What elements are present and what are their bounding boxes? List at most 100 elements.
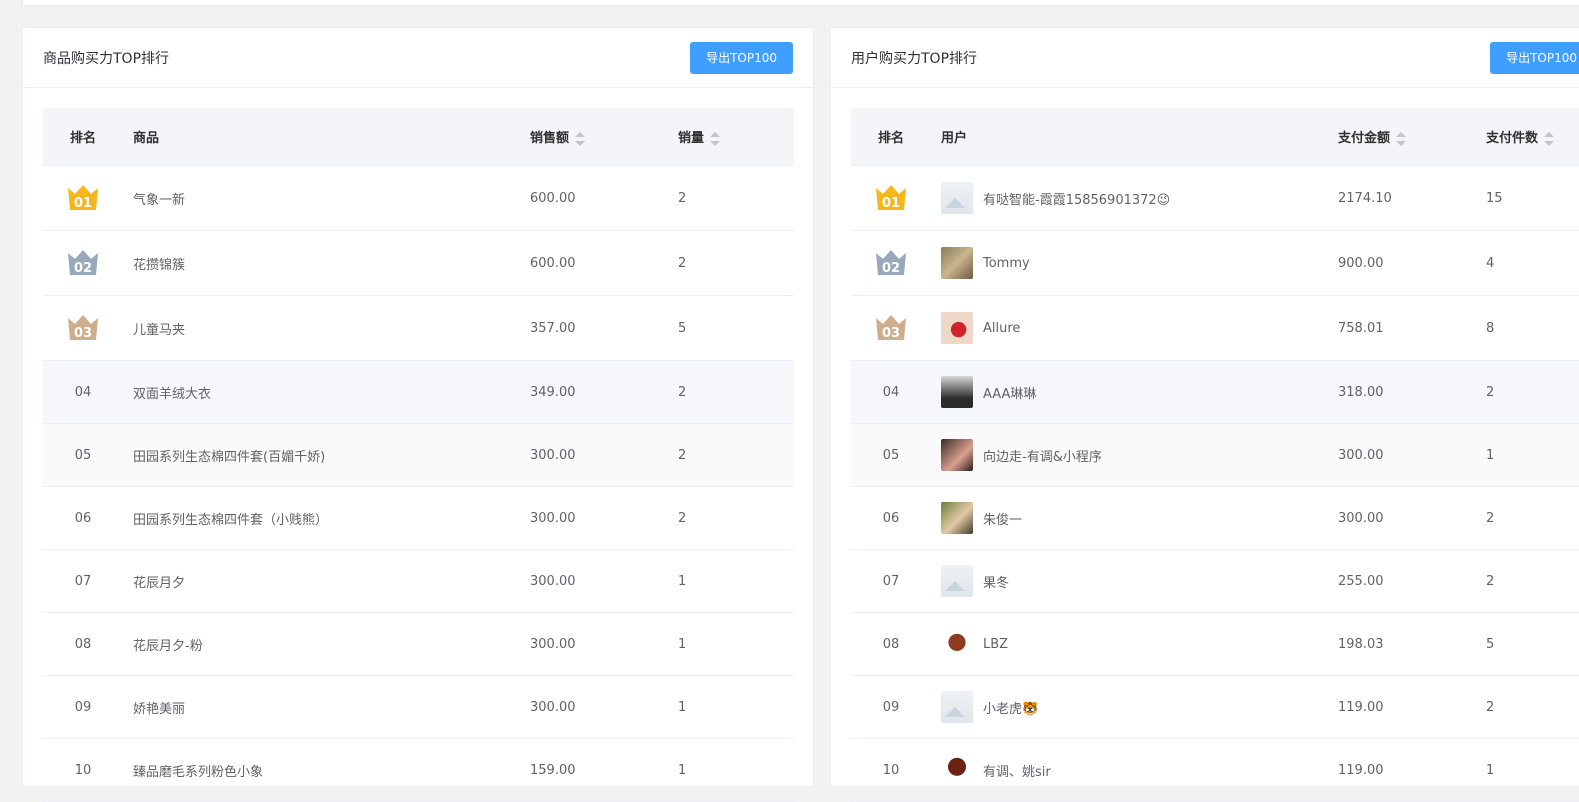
header-pay-qty[interactable]: 支付件数 [1486, 127, 1579, 146]
table-row[interactable]: 09 小老虎🐯 119.00 2 [851, 676, 1579, 739]
export-products-button[interactable]: 导出TOP100 [690, 41, 793, 74]
avatar [941, 376, 973, 408]
name-text: 臻品磨毛系列粉色小象 [133, 764, 264, 780]
sort-icon[interactable] [710, 131, 721, 146]
name-text: 小老虎🐯 [983, 701, 1039, 717]
name-cell: AAA琳琳 [931, 376, 1338, 408]
name-cell: 有调、姚sir [931, 754, 1338, 786]
avatar [941, 312, 973, 344]
name-text: 气象一新 [133, 192, 186, 208]
header-product: 商品 [133, 131, 160, 146]
rank-number: 07 [882, 573, 900, 589]
table-row[interactable]: 08 LBZ 198.03 5 [851, 613, 1579, 676]
product-ranking-title: 商品购买力TOP排行 [43, 50, 170, 67]
header-rank: 排名 [877, 131, 904, 146]
qty-cell: 1 [678, 573, 687, 589]
qty-cell: 2 [678, 447, 687, 463]
user-ranking-header: 用户购买力TOP排行 导出TOP100 [831, 28, 1579, 88]
rank-cell: 07 [851, 574, 931, 589]
amount-cell: 300.00 [1338, 510, 1384, 526]
sort-icon[interactable] [1396, 131, 1407, 146]
rank-number: 10 [74, 762, 92, 778]
name-cell: 花攒锦簇 [123, 254, 530, 273]
name-text: 儿童马夹 [133, 322, 186, 338]
amount-cell: 357.00 [530, 320, 576, 336]
table-row[interactable]: 08 花辰月夕-粉 300.00 1 [43, 613, 794, 676]
amount-cell: 600.00 [530, 255, 576, 271]
avatar [941, 247, 973, 279]
name-text: Tommy [983, 255, 1030, 271]
table-row[interactable]: 09 娇艳美丽 300.00 1 [43, 676, 794, 739]
avatar [941, 502, 973, 534]
rank-cell: 04 [851, 385, 931, 400]
table-row[interactable]: 06 田园系列生态棉四件套（小贱熊） 300.00 2 [43, 487, 794, 550]
name-text: 花辰月夕-粉 [133, 638, 203, 654]
rank-cell: 01 [43, 184, 123, 212]
table-row[interactable]: 02 Tommy 900.00 4 [851, 231, 1579, 296]
table-row[interactable]: 10 有调、姚sir 119.00 1 [851, 739, 1579, 802]
export-users-button[interactable]: 导出TOP100 [1490, 41, 1579, 74]
qty-cell: 1 [1486, 762, 1495, 778]
name-cell: Allure [931, 312, 1338, 344]
name-text: 花辰月夕 [133, 575, 186, 591]
avatar [941, 691, 973, 723]
avatar [941, 439, 973, 471]
rank-crown-icon: 03 [68, 315, 98, 341]
header-sales-amount[interactable]: 销售额 [530, 127, 678, 146]
amount-cell: 300.00 [530, 510, 576, 526]
rank-cell: 03 [851, 314, 931, 342]
amount-cell: 119.00 [1338, 699, 1384, 715]
rank-cell: 09 [43, 700, 123, 715]
avatar [941, 754, 973, 786]
table-row[interactable]: 07 果冬 255.00 2 [851, 550, 1579, 613]
name-text: 向边走-有调&小程序 [983, 449, 1102, 465]
header-sales-qty[interactable]: 销量 [678, 127, 794, 146]
product-ranking-table: 排名 商品 销售额 销量 01 气象一新 600.00 2 02 花攒锦簇 600.00 2 0… [43, 108, 794, 802]
product-ranking-card: 商品购买力TOP排行 导出TOP100 排名 商品 销售额 销量 01 气象一新 6… [22, 27, 814, 802]
rank-number: 09 [74, 699, 92, 715]
table-header: 排名 商品 销售额 销量 [43, 108, 794, 166]
rank-number: 05 [74, 447, 92, 463]
rank-cell: 05 [43, 448, 123, 463]
qty-cell: 4 [1486, 255, 1495, 271]
header-pay-amount[interactable]: 支付金额 [1338, 127, 1486, 146]
sort-icon[interactable] [575, 131, 586, 146]
name-cell: 花辰月夕 [123, 572, 530, 591]
table-row[interactable]: 07 花辰月夕 300.00 1 [43, 550, 794, 613]
name-text: Allure [983, 320, 1021, 336]
table-row[interactable]: 02 花攒锦簇 600.00 2 [43, 231, 794, 296]
rank-number: 10 [882, 762, 900, 778]
table-row[interactable]: 03 儿童马夹 357.00 5 [43, 296, 794, 361]
table-row[interactable]: 04 双面羊绒大衣 349.00 2 [43, 361, 794, 424]
amount-cell: 300.00 [530, 636, 576, 652]
svg-text:02: 02 [882, 261, 900, 276]
name-cell: 小老虎🐯 [931, 691, 1338, 723]
table-row[interactable]: 01 有哒智能-霞霞15856901372😉 2174.10 15 [851, 166, 1579, 231]
rank-cell: 02 [851, 249, 931, 277]
amount-cell: 300.00 [530, 447, 576, 463]
qty-cell: 2 [1486, 699, 1495, 715]
rank-cell: 08 [43, 637, 123, 652]
rank-crown-icon: 03 [876, 315, 906, 341]
name-cell: 向边走-有调&小程序 [931, 439, 1338, 471]
amount-cell: 300.00 [530, 699, 576, 715]
qty-cell: 1 [1486, 447, 1495, 463]
name-text: AAA琳琳 [983, 386, 1037, 402]
table-row[interactable]: 10 臻品磨毛系列粉色小象 159.00 1 [43, 739, 794, 802]
table-row[interactable]: 01 气象一新 600.00 2 [43, 166, 794, 231]
sort-icon[interactable] [1544, 131, 1555, 146]
table-row[interactable]: 05 田园系列生态棉四件套(百媚千娇) 300.00 2 [43, 424, 794, 487]
table-row[interactable]: 03 Allure 758.01 8 [851, 296, 1579, 361]
table-row[interactable]: 06 朱俊一 300.00 2 [851, 487, 1579, 550]
qty-cell: 1 [678, 636, 687, 652]
amount-cell: 255.00 [1338, 573, 1384, 589]
rank-number: 06 [74, 510, 92, 526]
table-row[interactable]: 04 AAA琳琳 318.00 2 [851, 361, 1579, 424]
user-ranking-card: 用户购买力TOP排行 导出TOP100 排名 用户 支付金额 支付件数 01 有哒… [830, 27, 1579, 802]
avatar [941, 182, 973, 214]
amount-cell: 300.00 [530, 573, 576, 589]
table-row[interactable]: 05 向边走-有调&小程序 300.00 1 [851, 424, 1579, 487]
rank-cell: 08 [851, 637, 931, 652]
amount-cell: 300.00 [1338, 447, 1384, 463]
qty-cell: 2 [678, 510, 687, 526]
